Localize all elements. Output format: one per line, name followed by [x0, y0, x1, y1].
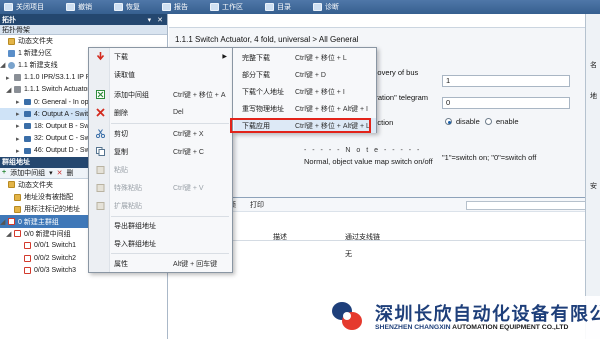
- main-tab-strip: [169, 14, 600, 28]
- paste-icon: [96, 165, 105, 174]
- download-icon: [96, 52, 105, 61]
- param-input-operation-telegram[interactable]: 0: [442, 97, 570, 109]
- column-header-description[interactable]: 描述: [273, 232, 287, 242]
- radio-selected-icon: [445, 118, 452, 125]
- device-icon: [14, 86, 21, 94]
- menu-item-read-value[interactable]: 读取值: [90, 67, 232, 82]
- redo-button[interactable]: 恢复: [110, 2, 140, 12]
- folder-icon: [14, 205, 21, 213]
- company-logo-icon: [332, 302, 362, 330]
- company-name-cn: 深圳长欣自动化设备有限公司: [375, 304, 600, 324]
- workspace-icon: [210, 3, 219, 11]
- folder-icon: [8, 181, 15, 189]
- note-value: "1"=switch on; "0"=switch off: [442, 153, 537, 162]
- catalog-button[interactable]: 目录: [261, 2, 291, 12]
- param-input-bus-recovery[interactable]: 1: [442, 75, 570, 87]
- menu-item-paste-special[interactable]: 特殊粘贴 Ctrl键 + V: [90, 180, 232, 195]
- object-icon: [24, 111, 31, 118]
- close-project-button[interactable]: 关闭项目: [0, 2, 44, 12]
- note-text: Normal, object value map switch on/off: [304, 157, 433, 166]
- print-button[interactable]: 打印: [250, 200, 264, 210]
- paste-special-icon: [96, 183, 105, 192]
- report-icon: [162, 3, 171, 11]
- group-address-icon: [24, 266, 31, 274]
- menu-item-paste-extended[interactable]: 扩展粘贴: [90, 198, 232, 213]
- diagnostics-icon: [313, 3, 322, 11]
- bottom-table-header: 描述 通过支线链: [169, 231, 600, 241]
- delete-button[interactable]: 删: [66, 168, 73, 178]
- add-group-icon: [96, 90, 105, 99]
- add-middle-group-button[interactable]: 添加中间组: [10, 168, 45, 178]
- column-header-via-line[interactable]: 通过支线链: [345, 232, 380, 242]
- submenu-arrow-icon: ▶: [222, 54, 227, 60]
- topology-subheader[interactable]: 拓扑骨架: [0, 25, 167, 35]
- copy-icon: [96, 147, 105, 156]
- menu-item-import-group-addresses[interactable]: 导入群组地址: [90, 236, 232, 251]
- report-button[interactable]: 报告: [158, 2, 188, 12]
- close-project-icon: [4, 3, 13, 11]
- group-address-icon: [8, 218, 15, 226]
- radio-disable[interactable]: disable: [445, 117, 480, 126]
- paste-extended-icon: [96, 201, 105, 210]
- menu-item-copy[interactable]: 复制 Ctrl键 + C: [90, 144, 232, 159]
- area-icon: [8, 49, 15, 57]
- plus-icon: +: [2, 169, 7, 177]
- menu-item-properties[interactable]: 属性 Alt键 + 回车键: [90, 256, 232, 271]
- submenu-item-overwrite-physical-address[interactable]: 重写物理地址 Ctrl键 + 移位 + Alt键 + I: [234, 101, 376, 116]
- menu-item-paste[interactable]: 粘贴: [90, 162, 232, 177]
- object-icon: [24, 123, 31, 130]
- menu-item-add-middle-group[interactable]: 添加中间组 Ctrl键 + 移位 + A: [90, 87, 232, 102]
- catalog-icon: [265, 3, 274, 11]
- submenu-item-full-download[interactable]: 完整下载 Ctrl键 + 移位 + L: [234, 50, 376, 65]
- line-icon: [8, 61, 15, 69]
- menu-item-delete[interactable]: 删除 Del: [90, 105, 232, 120]
- menu-item-download[interactable]: 下载 ▶: [90, 49, 232, 64]
- properties-label-security: 安: [590, 183, 597, 190]
- cut-icon: [95, 129, 106, 139]
- context-menu: 下载 ▶ 读取值 添加中间组 Ctrl键 + 移位 + A 删除 Del 剪切 …: [88, 47, 233, 273]
- redo-icon: [114, 3, 123, 11]
- tree-item-dynamic-folder[interactable]: 动态文件夹: [0, 35, 167, 47]
- object-icon: [24, 147, 31, 154]
- group-address-icon: [24, 242, 31, 250]
- radio-unselected-icon: [485, 118, 492, 125]
- note-separator: - - - - - N o t e - - - - -: [304, 147, 422, 154]
- folder-icon: [8, 37, 15, 45]
- properties-label-address: 地: [590, 93, 597, 100]
- object-icon: [24, 135, 31, 142]
- diagnostics-button[interactable]: 诊断: [309, 2, 339, 12]
- radio-enable[interactable]: enable: [485, 117, 519, 126]
- delete-icon: [96, 108, 105, 117]
- submenu-item-partial-download[interactable]: 部分下载 Ctrl键 + D: [234, 67, 376, 82]
- empty-table-text: 无: [345, 251, 352, 258]
- properties-strip: 名 地 安: [585, 14, 600, 339]
- workspace-button[interactable]: 工作区: [206, 2, 243, 12]
- submenu-item-download-individual-address[interactable]: 下载个人地址 Ctrl键 + 移位 + I: [234, 84, 376, 99]
- group-address-icon: [24, 254, 31, 262]
- dropdown-arrow-icon[interactable]: ▾: [49, 169, 53, 177]
- delete-icon: ✕: [56, 169, 63, 177]
- company-watermark: 深圳长欣自动化设备有限公司 SHENZHEN CHANGXIN AUTOMATI…: [305, 296, 600, 339]
- object-icon: [24, 99, 31, 106]
- properties-label-name: 名: [590, 62, 597, 69]
- undo-icon: [66, 3, 75, 11]
- topology-panel-header: 拓扑 ▾ ✕: [0, 14, 167, 25]
- undo-button[interactable]: 撤销: [62, 2, 92, 12]
- device-parameter-title: 1.1.1 Switch Actuator, 4 fold, universal…: [175, 35, 359, 44]
- device-icon: [14, 74, 21, 82]
- main-toolbar: 关闭项目 撤销 恢复 报告 工作区 目录 诊断: [0, 0, 600, 14]
- bottom-search-input[interactable]: [466, 201, 586, 210]
- menu-item-export-group-addresses[interactable]: 导出群组地址: [90, 218, 232, 233]
- folder-icon: [14, 193, 21, 201]
- company-name-en: SHENZHEN CHANGXIN AUTOMATION EQUIPMENT C…: [375, 324, 569, 331]
- panel-window-controls-icon[interactable]: ▾ ✕: [148, 16, 167, 24]
- highlight-annotation-box: [230, 118, 371, 133]
- menu-item-cut[interactable]: 剪切 Ctrl键 + X: [90, 126, 232, 141]
- group-address-icon: [14, 230, 21, 238]
